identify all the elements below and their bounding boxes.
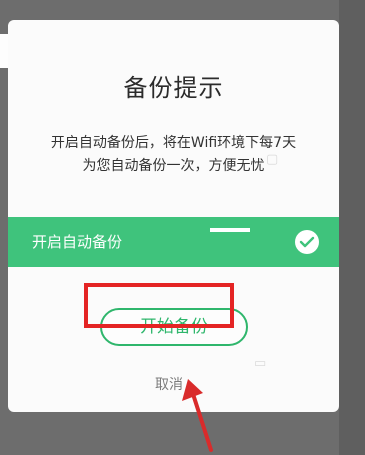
cancel-button[interactable]: 取消: [155, 374, 183, 394]
auto-backup-label: 开启自动备份: [32, 233, 123, 251]
dialog-title: 备份提示: [123, 74, 224, 102]
start-backup-button[interactable]: 开始备份: [100, 308, 248, 346]
background-watermark-2: ▭: [254, 356, 267, 371]
checkmark-circle-icon[interactable]: [295, 230, 319, 254]
toggle-dash: [210, 228, 250, 232]
dialog-message-line-1: 开启自动备份后，将在Wifi环境下每7天: [50, 135, 297, 151]
background-band: [339, 0, 365, 455]
dialog-message: 开启自动备份后，将在Wifi环境下每7天 为您自动备份一次，方便无忧: [22, 132, 325, 178]
screen: 备份提示 开启自动备份后，将在Wifi环境下每7天 为您自动备份一次，方便无忧 …: [0, 0, 365, 455]
background-watermark: ▢: [266, 152, 279, 167]
auto-backup-toggle[interactable]: 开启自动备份: [8, 217, 339, 267]
backup-dialog: 备份提示 开启自动备份后，将在Wifi环境下每7天 为您自动备份一次，方便无忧 …: [8, 20, 339, 412]
dialog-message-line-2: 为您自动备份一次，方便无忧: [82, 158, 265, 174]
